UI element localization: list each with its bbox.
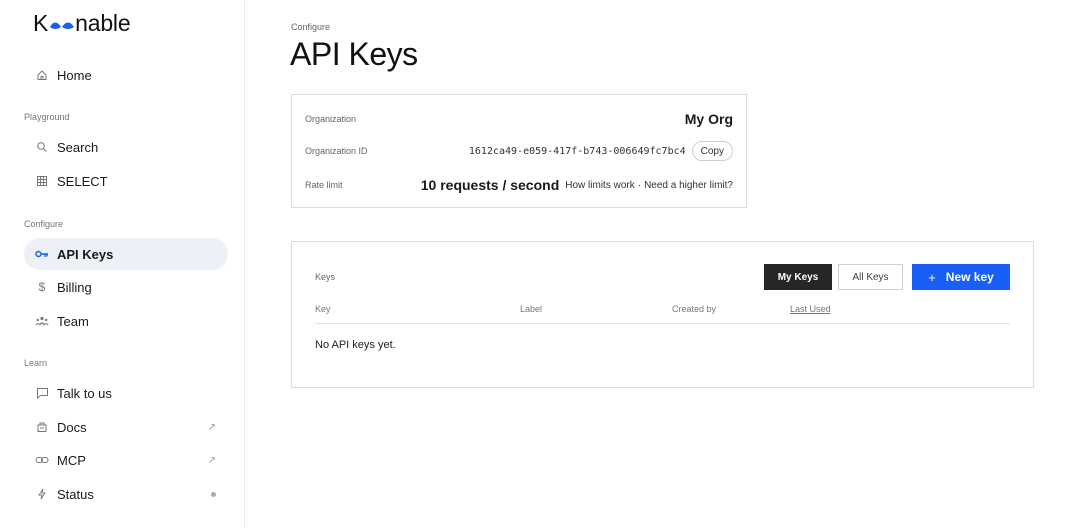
logo-eyes-icon — [49, 16, 75, 32]
section-label-configure: Configure — [24, 219, 64, 229]
sidebar-item-docs[interactable]: Docs ↗ — [24, 411, 228, 443]
how-limits-work-link[interactable]: How limits work — [565, 180, 634, 191]
keys-label: Keys — [315, 272, 336, 282]
new-key-button[interactable]: + New key — [912, 264, 1010, 290]
section-label-playground: Playground — [24, 112, 70, 122]
sidebar-item-label: API Keys — [57, 246, 114, 262]
bolt-icon — [35, 487, 49, 501]
copy-button[interactable]: Copy — [691, 141, 733, 161]
sidebar-item-label: Team — [57, 313, 89, 329]
org-id-value: 1612ca49-e059-417f-b743-006649fc7bc4 Cop… — [469, 141, 733, 161]
organization-card: Organization My Org Organization ID 1612… — [291, 94, 747, 208]
table-icon — [35, 174, 49, 188]
logo-prefix: K — [33, 10, 49, 36]
sidebar-item-label: Search — [57, 139, 99, 155]
column-header-label[interactable]: Label — [520, 304, 542, 314]
plus-icon: + — [928, 269, 936, 285]
external-link-icon: ↗ — [207, 454, 216, 466]
rate-separator: · — [637, 179, 642, 191]
org-name: My Org — [684, 111, 733, 127]
empty-state-message: No API keys yet. — [315, 339, 396, 351]
rate-limit-value: 10 requests / second How limits work · N… — [421, 177, 733, 193]
sidebar-item-label: Billing — [57, 279, 92, 295]
external-link-icon: ↗ — [207, 421, 216, 433]
sidebar-item-talk-to-us[interactable]: Talk to us — [24, 377, 228, 409]
rate-limit-text: 10 requests / second — [420, 177, 560, 193]
page-title: API Keys — [290, 36, 418, 72]
sidebar-item-label: Docs — [57, 419, 87, 435]
breadcrumb: Configure — [291, 22, 331, 32]
sidebar-item-label: Talk to us — [57, 385, 112, 401]
sidebar-item-select[interactable]: SELECT — [24, 165, 228, 197]
team-icon — [35, 314, 49, 328]
sidebar-item-label: MCP — [57, 452, 86, 468]
table-divider — [315, 323, 1010, 324]
column-header-key[interactable]: Key — [315, 304, 331, 314]
my-keys-button[interactable]: My Keys — [764, 264, 832, 290]
sidebar-item-status[interactable]: Status — [24, 478, 228, 510]
sidebar-item-team[interactable]: Team — [24, 305, 228, 337]
dollar-icon: $ — [38, 280, 46, 294]
column-header-created-by[interactable]: Created by — [672, 304, 716, 314]
home-icon — [35, 68, 49, 82]
sidebar-item-label: Status — [57, 486, 94, 502]
column-header-last-used[interactable]: Last Used — [790, 304, 831, 314]
sidebar-item-label: SELECT — [57, 173, 108, 189]
chat-icon — [35, 386, 49, 400]
all-keys-button[interactable]: All Keys — [838, 264, 903, 290]
link-icon — [35, 453, 49, 467]
status-dot — [211, 492, 216, 497]
sidebar-item-label: Home — [57, 67, 92, 83]
new-key-label: New key — [945, 270, 994, 284]
sidebar: K nable Home Playground Search SELECT Co… — [0, 0, 245, 528]
rate-limit-row: Rate limit 10 requests / second How limi… — [305, 177, 733, 193]
org-value: My Org — [685, 111, 733, 127]
key-icon — [35, 247, 49, 261]
sidebar-item-api-keys[interactable]: API Keys — [24, 238, 228, 270]
sidebar-item-billing[interactable]: $ Billing — [24, 271, 228, 303]
org-id: 1612ca49-e059-417f-b743-006649fc7bc4 — [468, 145, 686, 157]
org-id-label: Organization ID — [305, 146, 368, 156]
logo-suffix: nable — [75, 10, 131, 36]
section-label-learn: Learn — [24, 358, 48, 368]
org-label: Organization — [305, 114, 357, 124]
rate-limit-label: Rate limit — [305, 180, 343, 190]
sidebar-item-search[interactable]: Search — [24, 131, 228, 163]
org-id-row: Organization ID 1612ca49-e059-417f-b743-… — [305, 141, 733, 161]
org-row: Organization My Org — [305, 111, 733, 127]
docs-icon — [35, 420, 49, 434]
sidebar-item-home[interactable]: Home — [24, 59, 228, 91]
search-icon — [35, 140, 49, 154]
higher-limit-link[interactable]: Need a higher limit? — [644, 180, 733, 191]
brand-logo[interactable]: K nable — [33, 10, 131, 37]
keys-card: Keys My Keys All Keys + New key Key Labe… — [291, 241, 1034, 388]
sidebar-item-mcp[interactable]: MCP ↗ — [24, 444, 228, 476]
